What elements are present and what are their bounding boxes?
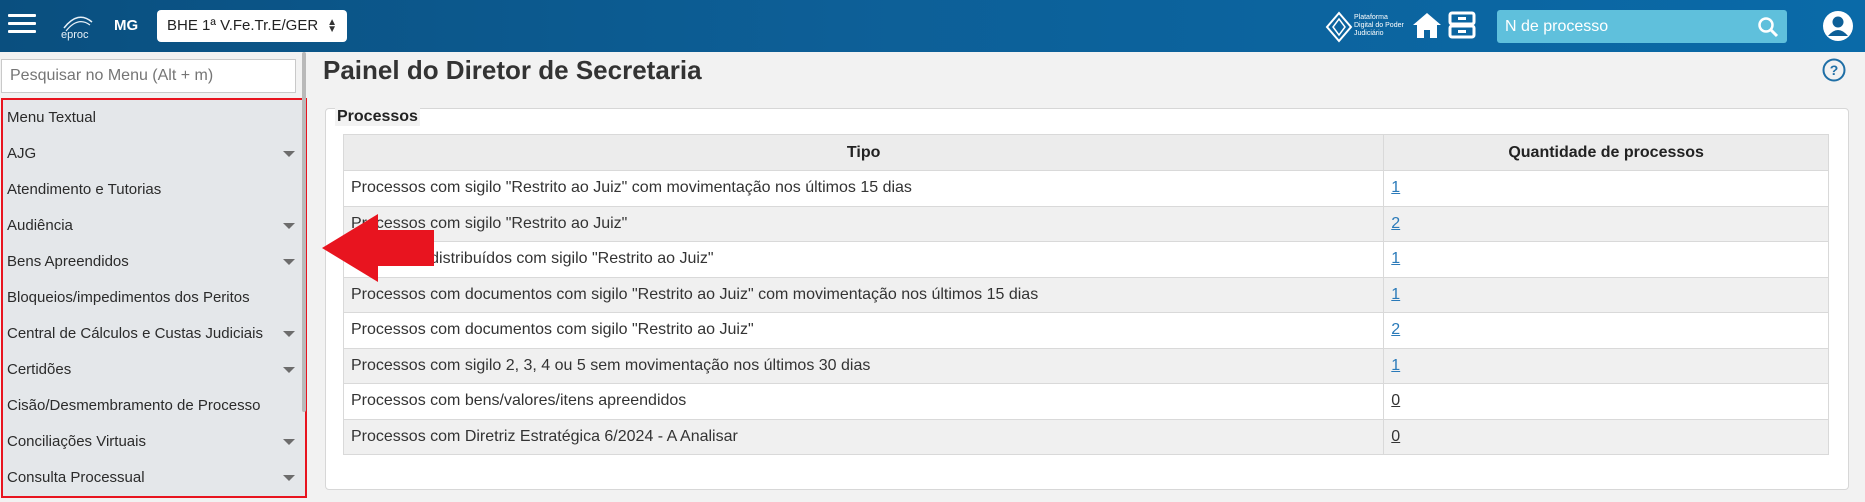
row-quantidade: 2 xyxy=(1383,205,1829,242)
table-row: Processos com sigilo "Restrito ao Juiz" … xyxy=(342,170,1829,207)
table-row: Processos com documentos com sigilo "Res… xyxy=(342,312,1829,349)
sidebar-item-ajg[interactable]: AJG xyxy=(3,136,305,172)
sidebar-item-audiencia[interactable]: Audiência xyxy=(3,208,305,244)
sidebar-item-conciliacoes[interactable]: Conciliações Virtuais xyxy=(3,424,305,460)
quantity-link[interactable]: 1 xyxy=(1391,250,1400,267)
sidebar-item-certidoes[interactable]: Certidões xyxy=(3,352,305,388)
table-row: Processos com sigilo "Restrito ao Juiz" … xyxy=(342,205,1829,242)
state-label: MG xyxy=(114,17,139,34)
row-quantidade: 0 xyxy=(1383,383,1829,420)
sidebar-item-label: Conciliações Virtuais xyxy=(7,433,146,450)
sidebar-item-label: AJG xyxy=(7,145,37,162)
table-row: Processos com Diretriz Estratégica 6/202… xyxy=(342,418,1829,455)
sidebar-scrollbar[interactable] xyxy=(302,52,306,412)
row-quantidade: 1 xyxy=(1383,170,1829,207)
row-tipo: Processos com sigilo "Restrito ao Juiz" … xyxy=(342,170,1385,207)
sidebar-item-label: Central de Cálculos e Custas Judiciais xyxy=(7,325,263,342)
chevron-down-icon xyxy=(283,439,295,445)
row-quantidade: 0 xyxy=(1383,418,1829,455)
sidebar-item-consulta-processual[interactable]: Consulta Processual xyxy=(3,460,305,496)
org-unit-select[interactable]: BHE 1ª V.Fe.Tr.E/GER ▲ ▼ xyxy=(157,10,347,42)
sidebar-item-label: Bloqueios/impedimentos dos Peritos xyxy=(7,289,250,306)
row-tipo: Processos com documentos com sigilo "Res… xyxy=(342,312,1385,349)
table-row: Processos com bens/valores/itens apreend… xyxy=(342,383,1829,420)
search-icon[interactable] xyxy=(1757,16,1779,38)
user-account-icon[interactable] xyxy=(1822,10,1854,42)
row-quantidade: 1 xyxy=(1383,241,1829,278)
row-tipo: Processos com documentos com sigilo "Res… xyxy=(342,276,1385,313)
page-title: Painel do Diretor de Secretaria xyxy=(323,55,702,85)
sidebar-item-label: Bens Apreendidos xyxy=(7,253,129,270)
table-row: Processos distribuídos com sigilo "Restr… xyxy=(342,241,1829,278)
quantity-link[interactable]: 1 xyxy=(1391,357,1400,374)
menu-search-input[interactable] xyxy=(1,59,296,93)
sidebar-item-atendimento[interactable]: Atendimento e Tutorias xyxy=(3,172,305,208)
table-row: Processos com documentos com sigilo "Res… xyxy=(342,276,1829,313)
quantity-link[interactable]: 1 xyxy=(1391,286,1400,303)
sidebar-item-bloqueios[interactable]: Bloqueios/impedimentos dos Peritos xyxy=(3,280,305,316)
quantity-link[interactable]: 2 xyxy=(1391,215,1400,232)
table-header-row: Tipo Quantidade de processos xyxy=(342,134,1829,171)
sidebar-item-label: Consulta Processual xyxy=(7,469,145,486)
table-row: Processos com sigilo 2, 3, 4 ou 5 sem mo… xyxy=(342,347,1829,384)
chevron-down-icon xyxy=(283,151,295,157)
sidebar-item-label: Certidões xyxy=(7,361,72,378)
logo-text: eproc xyxy=(61,29,89,41)
sidebar-item-central-calculos[interactable]: Central de Cálculos e Custas Judiciais xyxy=(3,316,305,352)
pdpj-logo-text: Plataforma Digital do Poder Judiciário xyxy=(1354,14,1404,37)
sidebar-item-menu-textual[interactable]: Menu Textual xyxy=(3,100,305,136)
sidebar-item-cisao[interactable]: Cisão/Desmembramento de Processo xyxy=(3,388,305,424)
sidebar-item-label: Cisão/Desmembramento de Processo xyxy=(7,397,261,414)
sidebar-menu-list: Menu Textual AJG Atendimento e Tutorias … xyxy=(1,98,307,498)
help-icon[interactable]: ? xyxy=(1822,58,1846,82)
chevron-down-icon xyxy=(283,475,295,481)
sidebar-item-label: Audiência xyxy=(7,217,73,234)
hamburger-menu-icon[interactable] xyxy=(8,14,36,36)
chevron-down-icon xyxy=(283,367,295,373)
processos-table: Tipo Quantidade de processos Processos c… xyxy=(342,134,1829,455)
chevron-down-icon xyxy=(283,223,295,229)
row-quantidade: 1 xyxy=(1383,347,1829,384)
inbox-tray-icon[interactable] xyxy=(1448,11,1476,39)
row-tipo: Processos com Diretriz Estratégica 6/202… xyxy=(342,418,1385,455)
process-search-box xyxy=(1497,10,1787,43)
column-header-tipo[interactable]: Tipo xyxy=(342,134,1385,171)
sidebar-item-label: Atendimento e Tutorias xyxy=(7,181,162,198)
quantity-link[interactable]: 0 xyxy=(1391,392,1400,409)
row-tipo: Processos distribuídos com sigilo "Restr… xyxy=(342,241,1385,278)
chevron-down-icon xyxy=(283,259,295,265)
row-tipo: Processos com bens/valores/itens apreend… xyxy=(342,383,1385,420)
svg-text:?: ? xyxy=(1830,62,1839,78)
sidebar-item-bens-apreendidos[interactable]: Bens Apreendidos xyxy=(3,244,305,280)
quantity-link[interactable]: 2 xyxy=(1391,321,1400,338)
quantity-link[interactable]: 0 xyxy=(1391,428,1400,445)
org-unit-selected-value: BHE 1ª V.Fe.Tr.E/GER xyxy=(167,17,319,34)
select-caret-icon: ▲ ▼ xyxy=(327,17,337,35)
row-quantidade: 2 xyxy=(1383,312,1829,349)
home-icon[interactable] xyxy=(1412,11,1442,39)
sidebar: Menu Textual AJG Atendimento e Tutorias … xyxy=(0,52,307,502)
top-bar: eproc MG BHE 1ª V.Fe.Tr.E/GER ▲ ▼ Platafo… xyxy=(0,0,1865,52)
sidebar-item-label: Menu Textual xyxy=(7,109,96,126)
column-header-quantidade[interactable]: Quantidade de processos xyxy=(1383,134,1829,171)
chevron-down-icon xyxy=(283,331,295,337)
process-number-input[interactable] xyxy=(1505,16,1745,38)
row-quantidade: 1 xyxy=(1383,276,1829,313)
row-tipo: Processos com sigilo 2, 3, 4 ou 5 sem mo… xyxy=(342,347,1385,384)
row-tipo: Processos com sigilo "Restrito ao Juiz" xyxy=(342,205,1385,242)
red-arrow-annotation xyxy=(322,214,434,282)
panel-legend: Processos xyxy=(335,108,420,126)
quantity-link[interactable]: 1 xyxy=(1391,179,1400,196)
